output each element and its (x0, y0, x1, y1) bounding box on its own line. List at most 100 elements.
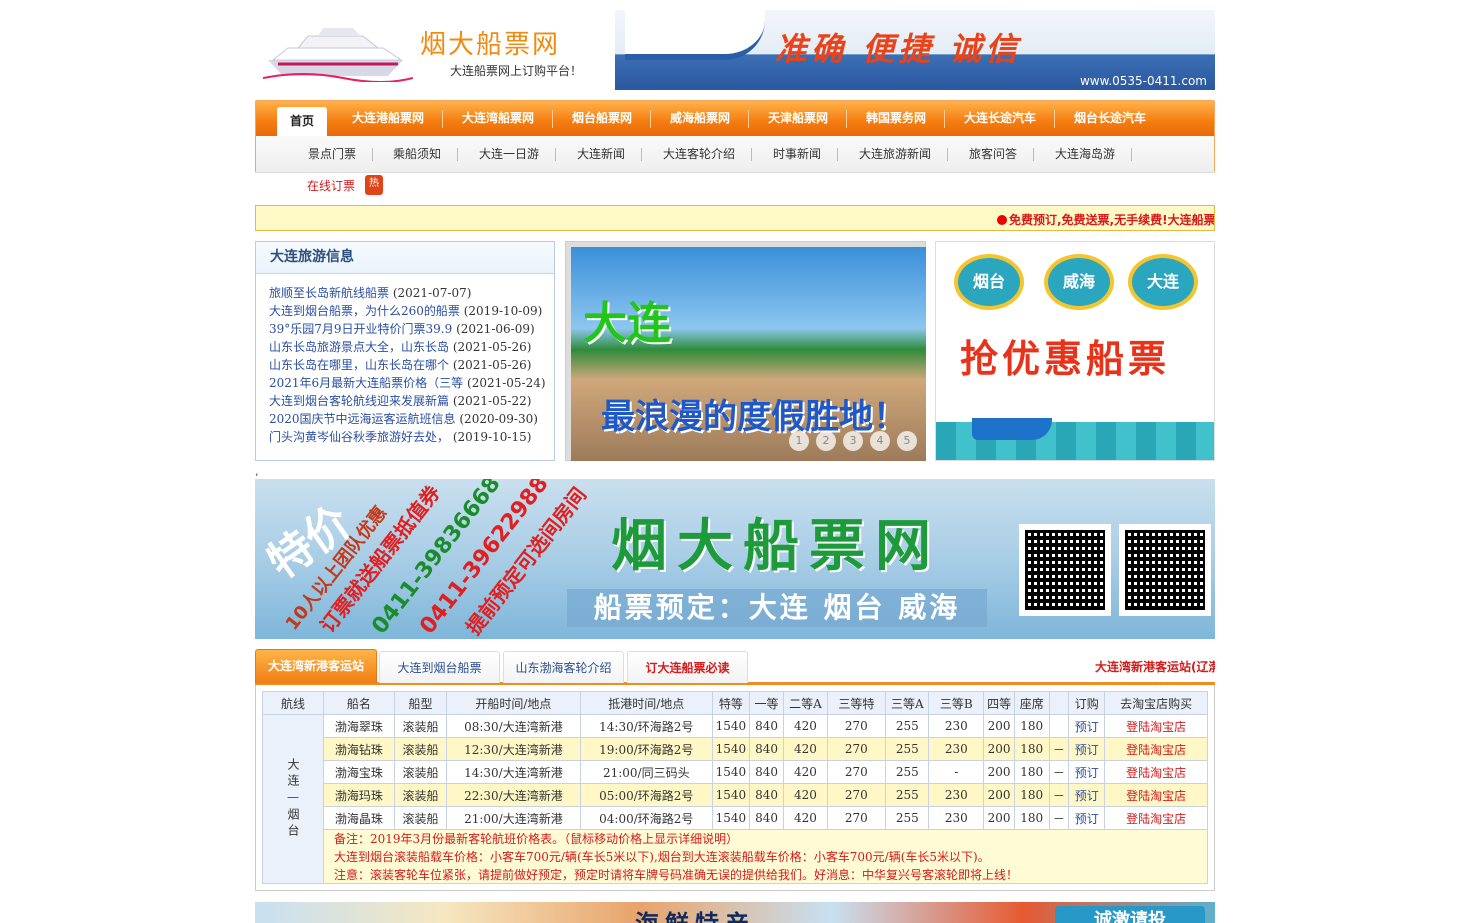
news-link[interactable]: 旅顺至长岛新航线船票 (269, 286, 389, 300)
price-cell[interactable]: 420 (783, 783, 828, 807)
travel-info-title: 大连旅游信息 (256, 242, 554, 274)
taobao-link[interactable]: 登陆淘宝店 (1104, 760, 1208, 784)
news-link[interactable]: 39°乐园7月9日开业特价门票39.9 (269, 322, 452, 336)
promo-banner[interactable]: 烟台 威海 大连 抢优惠船票 (935, 241, 1215, 461)
news-link[interactable]: 大连到烟台客轮航线迎来发展新篇 (269, 394, 449, 408)
price-cell[interactable]: 180 (1013, 714, 1050, 738)
price-cell[interactable]: 840 (748, 806, 785, 830)
seafood-banner[interactable]: 海鲜特产 诚激请投 (255, 902, 1215, 923)
column-header: 船名 (323, 691, 395, 715)
price-cell[interactable]: 180 (1013, 737, 1050, 761)
subnav-travel-news[interactable]: 大连旅游新闻 (859, 136, 949, 173)
price-cell[interactable]: 270 (826, 714, 887, 738)
price-cell[interactable]: 200 (983, 806, 1015, 830)
price-cell[interactable]: 255 (885, 760, 930, 784)
tab-must-read[interactable]: 订大连船票必读 (627, 651, 748, 683)
price-cell[interactable]: 1540 (711, 783, 750, 807)
news-link[interactable]: 山东长岛在哪里，山东长岛在哪个 (269, 358, 449, 372)
price-cell[interactable]: - (928, 760, 985, 784)
price-cell[interactable]: 420 (783, 737, 828, 761)
slider-dot[interactable]: 1 (789, 431, 809, 451)
price-cell[interactable]: 180 (1013, 806, 1050, 830)
price-cell[interactable]: 255 (885, 806, 930, 830)
taobao-link[interactable]: 登陆淘宝店 (1104, 737, 1208, 761)
online-booking-link[interactable]: 在线订票 (307, 177, 355, 194)
nav-weihai[interactable]: 威海船票网 (660, 101, 750, 136)
price-cell[interactable]: 200 (983, 783, 1015, 807)
price-cell[interactable]: 420 (783, 806, 828, 830)
nav-home[interactable]: 首页 (277, 107, 327, 136)
price-cell[interactable]: 420 (783, 760, 828, 784)
taobao-link[interactable]: 登陆淘宝店 (1104, 783, 1208, 807)
invite-button[interactable]: 诚激请投 (1055, 906, 1205, 923)
promo-wide-banner[interactable]: 特价 10人以上团队优惠 订票就送船票抵值券 0411-39836668 041… (255, 479, 1215, 639)
price-cell[interactable]: 255 (885, 714, 930, 738)
slider-dot[interactable]: 2 (816, 431, 836, 451)
news-link[interactable]: 2020国庆节中远海运客运航班信息 (269, 412, 456, 426)
nav-yantai-bus[interactable]: 烟台长途汽车 (1064, 101, 1156, 136)
tab-dalian-yantai[interactable]: 大连到烟台船票 (379, 651, 500, 683)
taobao-link[interactable]: 登陆淘宝店 (1104, 714, 1208, 738)
price-cell[interactable]: 200 (983, 737, 1015, 761)
top-banner[interactable]: 准确 便捷 诚信 www.0535-0411.com (615, 10, 1215, 90)
book-link[interactable]: 预订 (1068, 806, 1106, 830)
price-cell[interactable]: 270 (826, 737, 887, 761)
price-cell[interactable]: 200 (983, 760, 1015, 784)
badge-dalian: 大连 (1128, 254, 1198, 310)
price-cell[interactable]: 1540 (711, 760, 750, 784)
subnav-day-tour[interactable]: 大连一日游 (479, 136, 557, 173)
price-cell[interactable]: 255 (885, 783, 930, 807)
news-link[interactable]: 大连到烟台船票，为什么260的船票 (269, 304, 460, 318)
price-cell[interactable]: 270 (826, 806, 887, 830)
price-cell[interactable]: 230 (928, 806, 985, 830)
tab-dalian-bay-station[interactable]: 大连湾新港客运站 (255, 649, 377, 683)
nav-korea[interactable]: 韩国票务网 (856, 101, 946, 136)
price-cell[interactable]: 200 (983, 714, 1015, 738)
price-cell[interactable]: 230 (928, 783, 985, 807)
price-cell[interactable]: 1540 (711, 737, 750, 761)
price-cell[interactable]: 255 (885, 737, 930, 761)
price-cell[interactable]: 840 (748, 737, 785, 761)
slider-dot[interactable]: 5 (897, 431, 917, 451)
news-link[interactable]: 山东长岛旅游景点大全，山东长岛 (269, 340, 449, 354)
nav-dalian-bay[interactable]: 大连湾船票网 (452, 101, 554, 136)
book-link[interactable]: 预订 (1068, 714, 1106, 738)
price-cell[interactable]: 270 (826, 760, 887, 784)
subnav-current-news[interactable]: 时事新闻 (773, 136, 839, 173)
notice-text[interactable]: 免费预订,免费送票,无手续费!大连船票 (1009, 211, 1214, 228)
subnav-ships[interactable]: 大连客轮介绍 (663, 136, 753, 173)
ship-name: 渤海宝珠 (323, 760, 395, 784)
price-cell[interactable]: 1540 (711, 714, 750, 738)
slide-beach[interactable]: 大连 最浪漫的度假胜地！ 12345 (571, 247, 926, 461)
book-link[interactable]: 预订 (1068, 737, 1106, 761)
price-cell[interactable]: 230 (928, 737, 985, 761)
price-cell[interactable]: 180 (1013, 783, 1050, 807)
price-cell[interactable]: 840 (748, 714, 785, 738)
nav-dalian-bus[interactable]: 大连长途汽车 (954, 101, 1056, 136)
taobao-link[interactable]: 登陆淘宝店 (1104, 806, 1208, 830)
book-link[interactable]: 预订 (1068, 760, 1106, 784)
news-link[interactable]: 门头沟黄岑仙谷秋季旅游好去处， (269, 430, 449, 444)
tab-bohai-ships[interactable]: 山东渤海客轮介绍 (503, 651, 624, 683)
site-logo[interactable]: 烟大船票网 大连船票网上订购平台！ (255, 10, 605, 90)
subnav-tickets[interactable]: 景点门票 (308, 136, 374, 173)
subnav-boarding-notes[interactable]: 乘船须知 (393, 136, 459, 173)
price-cell[interactable]: 180 (1013, 760, 1050, 784)
subnav-dalian-news[interactable]: 大连新闻 (577, 136, 643, 173)
slider-dot[interactable]: 4 (870, 431, 890, 451)
subnav-islands[interactable]: 大连海岛游 (1055, 136, 1133, 173)
badge-yantai: 烟台 (954, 254, 1024, 310)
price-cell[interactable]: 270 (826, 783, 887, 807)
price-cell[interactable]: 420 (783, 714, 828, 738)
price-cell[interactable]: 840 (748, 783, 785, 807)
slider-dot[interactable]: 3 (843, 431, 863, 451)
book-link[interactable]: 预订 (1068, 783, 1106, 807)
nav-tianjin[interactable]: 天津船票网 (758, 101, 848, 136)
nav-dalian-port[interactable]: 大连港船票网 (342, 101, 444, 136)
price-cell[interactable]: 1540 (711, 806, 750, 830)
price-cell[interactable]: 230 (928, 714, 985, 738)
nav-yantai[interactable]: 烟台船票网 (562, 101, 652, 136)
price-cell[interactable]: 840 (748, 760, 785, 784)
subnav-qa[interactable]: 旅客问答 (969, 136, 1035, 173)
news-link[interactable]: 2021年6月最新大连船票价格（三等 (269, 376, 463, 390)
